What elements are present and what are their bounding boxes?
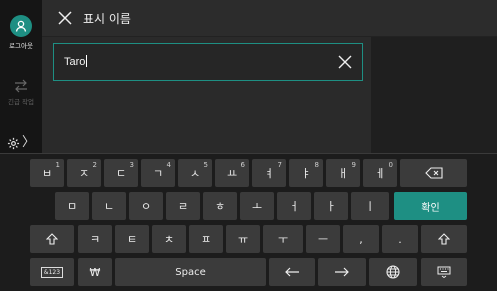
- shift-icon: [438, 233, 450, 245]
- side-rail: 로그아웃 긴급 작업 〉: [0, 0, 42, 153]
- key-h[interactable]: ㅎ: [203, 192, 237, 220]
- globe-icon: [386, 265, 400, 279]
- close-button[interactable]: [56, 9, 74, 27]
- keyboard-icon: [437, 266, 451, 278]
- left-arrow-key[interactable]: [269, 258, 315, 286]
- right-arrow-icon: [335, 267, 349, 277]
- swap-icon: [15, 79, 27, 93]
- key-ae[interactable]: ㅐ9: [326, 159, 360, 187]
- key-eo[interactable]: ㅓ: [277, 192, 311, 220]
- key-period[interactable]: .: [382, 225, 418, 253]
- key-t[interactable]: ㅌ: [115, 225, 149, 253]
- key-b[interactable]: ㅂ1: [30, 159, 64, 187]
- shift-left-key[interactable]: [30, 225, 74, 253]
- shift-icon: [46, 233, 58, 245]
- left-arrow-icon: [285, 267, 299, 277]
- on-screen-keyboard: ㅂ1 ㅈ2 ㄷ3 ㄱ4 ㅅ5 ㅛ6 ㅕ7 ㅑ8 ㅐ9 ㅔ0 ㅁ ㄴ ㅇ ㄹ ㅎ …: [0, 153, 497, 291]
- close-icon: [58, 11, 72, 25]
- display-name-input[interactable]: Taro: [53, 43, 363, 81]
- key-d[interactable]: ㄷ3: [104, 159, 138, 187]
- right-pane: [371, 37, 497, 153]
- language-key[interactable]: [369, 258, 417, 286]
- header-bar: 표시 이름: [42, 0, 497, 37]
- key-e[interactable]: ㅔ0: [363, 159, 397, 187]
- key-s[interactable]: ㅅ5: [178, 159, 212, 187]
- key-yeo[interactable]: ㅕ7: [252, 159, 286, 187]
- shift-right-key[interactable]: [421, 225, 467, 253]
- settings-button[interactable]: 〉: [0, 136, 42, 150]
- key-a[interactable]: ㅏ: [314, 192, 348, 220]
- key-yo[interactable]: ㅛ6: [215, 159, 249, 187]
- key-o[interactable]: ㅗ: [240, 192, 274, 220]
- backspace-icon: [424, 167, 443, 179]
- space-key[interactable]: Space: [115, 258, 266, 286]
- key-ch[interactable]: ㅊ: [152, 225, 186, 253]
- key-eu[interactable]: ㅡ: [306, 225, 340, 253]
- key-ya[interactable]: ㅑ8: [289, 159, 323, 187]
- key-p[interactable]: ㅍ: [189, 225, 223, 253]
- backspace-key[interactable]: [400, 159, 467, 187]
- content-area: Taro: [42, 37, 371, 153]
- urgent-job-label: 긴급 작업: [8, 98, 34, 106]
- page-title: 표시 이름: [83, 12, 131, 26]
- mode-label: &123: [40, 266, 64, 278]
- key-r[interactable]: ㄹ: [166, 192, 200, 220]
- key-j[interactable]: ㅈ2: [67, 159, 101, 187]
- key-n[interactable]: ㄴ: [92, 192, 126, 220]
- key-k[interactable]: ㅋ: [78, 225, 112, 253]
- logout-label: 로그아웃: [9, 42, 33, 50]
- hide-keyboard-key[interactable]: [421, 258, 467, 286]
- key-u[interactable]: ㅜ: [263, 225, 303, 253]
- clear-icon: [338, 55, 352, 69]
- key-i[interactable]: ㅣ: [351, 192, 389, 220]
- key-m[interactable]: ㅁ: [55, 192, 89, 220]
- urgent-job-button[interactable]: 긴급 작업: [0, 79, 42, 106]
- gear-icon: [7, 137, 20, 149]
- input-value: Taro: [64, 55, 88, 68]
- key-ng[interactable]: ㅇ: [129, 192, 163, 220]
- logout-button[interactable]: 로그아웃: [0, 15, 42, 50]
- currency-key[interactable]: ₩: [78, 258, 112, 286]
- clear-button[interactable]: [337, 54, 353, 70]
- confirm-button[interactable]: 확인: [394, 192, 467, 220]
- mode-key[interactable]: &123: [30, 258, 74, 286]
- key-comma[interactable]: ,: [343, 225, 379, 253]
- chevron-right-icon: 〉: [21, 135, 35, 150]
- key-yu[interactable]: ㅠ: [226, 225, 260, 253]
- user-icon: [10, 15, 32, 37]
- right-arrow-key[interactable]: [318, 258, 366, 286]
- key-g[interactable]: ㄱ4: [141, 159, 175, 187]
